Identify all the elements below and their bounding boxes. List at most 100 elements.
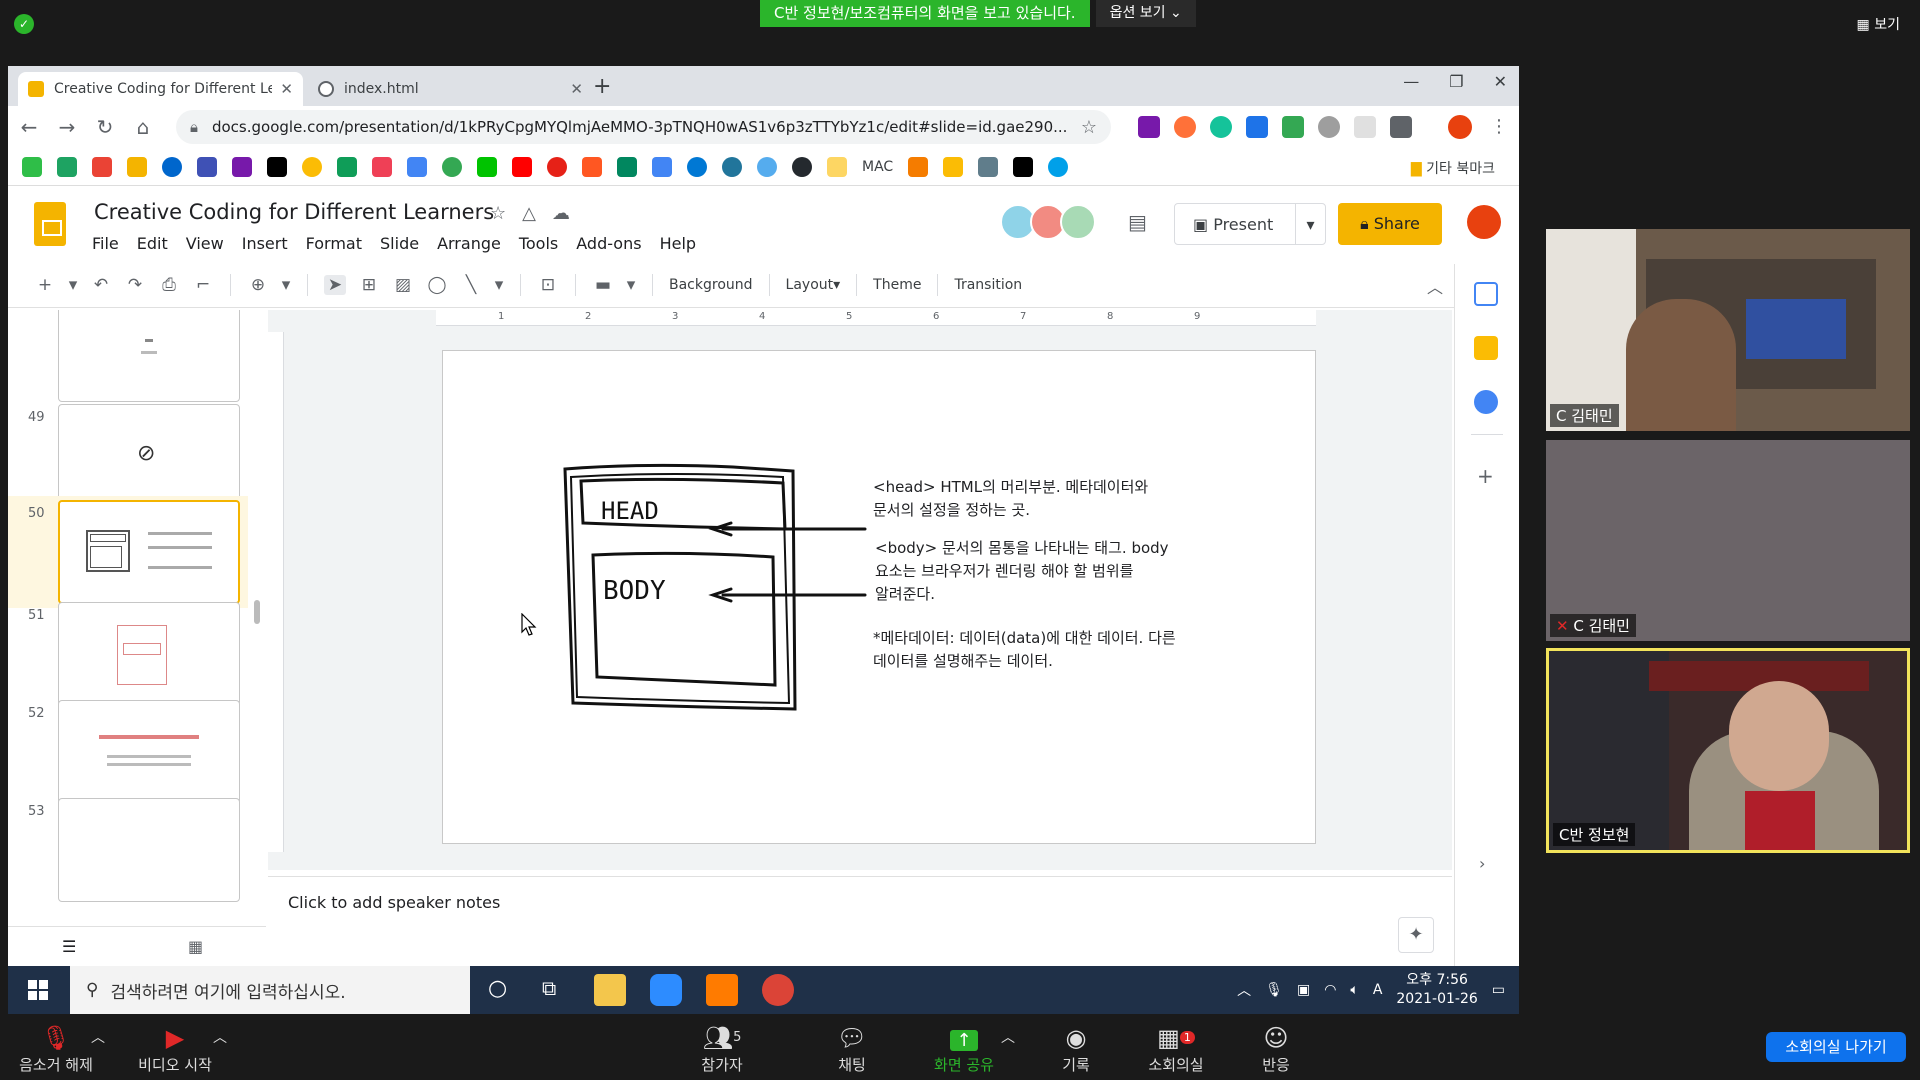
view-options-button[interactable]: 옵션 보기 ⌄ [1095, 0, 1196, 27]
video-options-caret[interactable]: ︿ [212, 1022, 228, 1054]
slide-thumbnail[interactable]: ⊘ [58, 404, 240, 508]
bookmark-icon[interactable] [757, 156, 777, 177]
share-options-caret[interactable]: ︿ [1000, 1022, 1016, 1054]
leave-breakout-button[interactable]: 소회의실 나가기 [1766, 1032, 1906, 1062]
collapse-toolbar-icon[interactable]: ︿ [1427, 274, 1443, 298]
slide-thumbnail[interactable] [58, 700, 240, 804]
cloud-status-icon[interactable]: ☁ [552, 203, 570, 224]
list-view-icon[interactable]: ☰ [62, 937, 76, 956]
cortana-icon[interactable]: ○ [488, 976, 507, 1001]
bookmark-icon[interactable] [57, 156, 77, 177]
notification-icon[interactable]: ▭ [1492, 982, 1505, 998]
participants-button[interactable]: 👥︎5 참가자 [690, 1022, 754, 1075]
tab-index-html[interactable]: index.html ✕ [308, 72, 593, 106]
onedrive-icon[interactable] [687, 156, 707, 177]
play-store-icon[interactable] [617, 156, 637, 177]
filmstrip-slide[interactable]: 53 [8, 794, 248, 906]
add-addon-icon[interactable]: + [1477, 464, 1494, 488]
user-avatar[interactable] [1467, 205, 1501, 239]
select-cursor-icon[interactable]: ➤ [324, 274, 346, 295]
keep-icon[interactable] [1474, 336, 1498, 360]
restore-icon[interactable]: ❐ [1449, 72, 1463, 91]
menu-arrange[interactable]: Arrange [437, 234, 501, 253]
maps-pin-icon[interactable] [442, 156, 462, 177]
bookmark-icon[interactable] [337, 156, 357, 177]
filmstrip-scrollbar[interactable] [254, 600, 260, 624]
ime-indicator[interactable]: A [1373, 982, 1383, 998]
forward-icon[interactable]: → [56, 115, 78, 139]
filmstrip-slide-active[interactable]: 50 [8, 496, 248, 608]
profile-avatar[interactable] [1448, 115, 1472, 139]
ext-icon[interactable] [1246, 116, 1268, 138]
bookmark-mac[interactable]: MAC [862, 159, 893, 175]
chrome-icon[interactable] [762, 974, 794, 1006]
keyboard-icon[interactable]: ▬ [592, 275, 614, 295]
unmute-button[interactable]: 🎙︎ 음소거 해제 [16, 1022, 96, 1075]
wifi-icon[interactable]: ◠ [1324, 982, 1336, 998]
comment-add-icon[interactable]: ⊡ [537, 275, 559, 295]
security-shield-icon[interactable]: ✓ [14, 14, 34, 34]
bookmark-icon[interactable] [547, 156, 567, 177]
filmstrip-slide[interactable]: 52 [8, 696, 248, 808]
video-tile[interactable]: ✕ C 김태민 [1546, 440, 1910, 641]
gmail-icon[interactable] [92, 156, 112, 177]
close-window-icon[interactable]: ✕ [1494, 72, 1507, 91]
bookmark-icon[interactable] [22, 156, 42, 177]
menu-view[interactable]: View [186, 234, 224, 253]
task-view-icon[interactable]: ⧉ [542, 976, 556, 1000]
folder-icon[interactable] [827, 156, 847, 177]
menu-help[interactable]: Help [660, 234, 696, 253]
slide-thumbnail[interactable] [58, 310, 240, 402]
microphone-icon[interactable]: 🎙︎ [1265, 982, 1283, 998]
more-icon[interactable]: ⋮ [1490, 116, 1508, 137]
breakout-rooms-button[interactable]: ▦ 1 소회의실 [1136, 1022, 1216, 1075]
line-icon[interactable]: ╲ [460, 275, 482, 295]
audio-options-caret[interactable]: ︿ [90, 1022, 106, 1054]
bookmark-icon[interactable] [582, 156, 602, 177]
bookmark-icon[interactable] [1048, 156, 1069, 177]
document-title[interactable]: Creative Coding for Different Learners [94, 200, 494, 224]
taskbar-search-box[interactable]: ⚲ 검색하려면 여기에 입력하십시오. [70, 966, 470, 1014]
comment-icon[interactable]: ▤ [1128, 210, 1147, 234]
chevron-right-icon[interactable]: › [1479, 854, 1485, 873]
zoom-app-icon[interactable] [650, 974, 682, 1006]
avatar[interactable] [1060, 204, 1096, 240]
background-button[interactable]: Background [669, 277, 753, 293]
text-box-icon[interactable]: ⊞ [358, 275, 380, 295]
menu-slide[interactable]: Slide [380, 234, 419, 253]
sublime-icon[interactable] [706, 974, 738, 1006]
star-icon[interactable]: ☆ [490, 203, 506, 224]
slide-thumbnail[interactable] [58, 798, 240, 902]
slides-logo-icon[interactable] [34, 202, 66, 246]
menu-format[interactable]: Format [306, 234, 362, 253]
calendar-icon[interactable] [1474, 282, 1498, 306]
url-field[interactable]: 🔒︎ docs.google.com/presentation/d/1kPRyC… [176, 110, 1111, 144]
bookmark-icon[interactable] [908, 156, 929, 177]
photos-icon[interactable] [302, 156, 322, 177]
slide-thumbnail[interactable] [58, 602, 240, 706]
transition-button[interactable]: Transition [954, 277, 1022, 293]
bookmark-star-icon[interactable]: ☆ [1081, 117, 1097, 138]
zoom-icon[interactable]: ⊕ [247, 275, 269, 295]
video-tile[interactable]: C 김태민 [1546, 229, 1910, 431]
chevron-down-icon[interactable]: ▾ [494, 275, 504, 295]
volume-icon[interactable]: 🔈︎ [1350, 982, 1358, 998]
clock[interactable]: 오후 7:56 2021-01-26 [1396, 971, 1477, 1009]
back-icon[interactable]: ← [18, 115, 40, 139]
new-slide-icon[interactable]: + [34, 275, 56, 295]
layout-button[interactable]: Layout▾ [786, 277, 841, 293]
tasks-icon[interactable] [1474, 390, 1498, 414]
tab-slides[interactable]: Creative Coding for Different Le ✕ [18, 72, 303, 106]
menu-insert[interactable]: Insert [242, 234, 288, 253]
file-explorer-icon[interactable] [594, 974, 626, 1006]
home-icon[interactable]: ⌂ [132, 115, 154, 139]
onenote-ext-icon[interactable] [1138, 116, 1160, 138]
paint-format-icon[interactable]: ⌐ [192, 275, 214, 295]
share-button[interactable]: 🔒︎ Share [1338, 203, 1442, 245]
start-video-button[interactable]: ▶︎ 비디오 시작 [130, 1022, 220, 1075]
menu-edit[interactable]: Edit [137, 234, 168, 253]
close-tab-icon[interactable]: ✕ [570, 80, 583, 98]
notion-icon[interactable] [267, 156, 287, 177]
move-to-drive-icon[interactable]: △ [522, 203, 536, 224]
menu-addons[interactable]: Add-ons [576, 234, 641, 253]
